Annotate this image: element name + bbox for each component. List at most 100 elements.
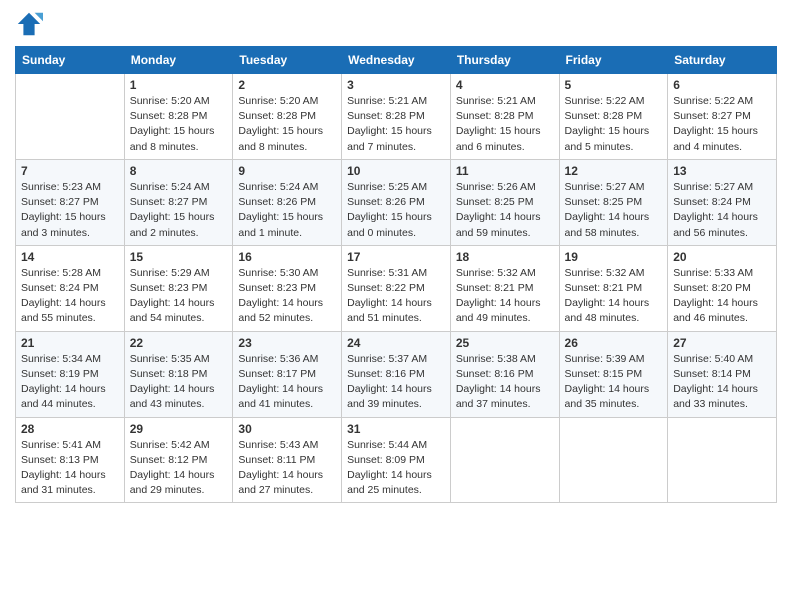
calendar-cell: 21 Sunrise: 5:34 AM Sunset: 8:19 PM Dayli… bbox=[16, 331, 125, 417]
day-info: Sunrise: 5:39 AM Sunset: 8:15 PM Dayligh… bbox=[565, 352, 663, 413]
day-info: Sunrise: 5:30 AM Sunset: 8:23 PM Dayligh… bbox=[238, 266, 336, 327]
day-info: Sunrise: 5:21 AM Sunset: 8:28 PM Dayligh… bbox=[456, 94, 554, 155]
calendar-cell: 30 Sunrise: 5:43 AM Sunset: 8:11 PM Dayli… bbox=[233, 417, 342, 503]
day-info: Sunrise: 5:24 AM Sunset: 8:27 PM Dayligh… bbox=[130, 180, 228, 241]
calendar-week-row: 28 Sunrise: 5:41 AM Sunset: 8:13 PM Dayli… bbox=[16, 417, 777, 503]
calendar-cell: 26 Sunrise: 5:39 AM Sunset: 8:15 PM Dayli… bbox=[559, 331, 668, 417]
calendar-week-row: 14Sunrise: 5:28 AM Sunset: 8:24 PM Dayli… bbox=[16, 245, 777, 331]
day-number: 5 bbox=[565, 78, 663, 92]
calendar-cell: 4 Sunrise: 5:21 AM Sunset: 8:28 PM Daylig… bbox=[450, 74, 559, 160]
day-info: Sunrise: 5:20 AM Sunset: 8:28 PM Dayligh… bbox=[130, 94, 228, 155]
day-info: Sunrise: 5:33 AM Sunset: 8:20 PM Dayligh… bbox=[673, 266, 771, 327]
calendar-cell: 27 Sunrise: 5:40 AM Sunset: 8:14 PM Dayli… bbox=[668, 331, 777, 417]
day-info: Sunrise: 5:32 AM Sunset: 8:21 PM Dayligh… bbox=[456, 266, 554, 327]
calendar-cell: 11Sunrise: 5:26 AM Sunset: 8:25 PM Dayli… bbox=[450, 159, 559, 245]
calendar-week-row: 7 Sunrise: 5:23 AM Sunset: 8:27 PM Daylig… bbox=[16, 159, 777, 245]
calendar-cell: 25 Sunrise: 5:38 AM Sunset: 8:16 PM Dayli… bbox=[450, 331, 559, 417]
calendar-cell: 6 Sunrise: 5:22 AM Sunset: 8:27 PM Daylig… bbox=[668, 74, 777, 160]
calendar-cell: 31Sunrise: 5:44 AM Sunset: 8:09 PM Dayli… bbox=[342, 417, 451, 503]
calendar-cell bbox=[450, 417, 559, 503]
day-number: 25 bbox=[456, 336, 554, 350]
calendar-cell: 1Sunrise: 5:20 AM Sunset: 8:28 PM Daylig… bbox=[124, 74, 233, 160]
day-number: 26 bbox=[565, 336, 663, 350]
day-number: 27 bbox=[673, 336, 771, 350]
day-number: 18 bbox=[456, 250, 554, 264]
calendar-cell: 29Sunrise: 5:42 AM Sunset: 8:12 PM Dayli… bbox=[124, 417, 233, 503]
day-info: Sunrise: 5:27 AM Sunset: 8:24 PM Dayligh… bbox=[673, 180, 771, 241]
calendar-cell: 8Sunrise: 5:24 AM Sunset: 8:27 PM Daylig… bbox=[124, 159, 233, 245]
day-number: 24 bbox=[347, 336, 445, 350]
calendar-cell: 3 Sunrise: 5:21 AM Sunset: 8:28 PM Daylig… bbox=[342, 74, 451, 160]
calendar-cell: 7 Sunrise: 5:23 AM Sunset: 8:27 PM Daylig… bbox=[16, 159, 125, 245]
day-info: Sunrise: 5:31 AM Sunset: 8:22 PM Dayligh… bbox=[347, 266, 445, 327]
day-number: 17 bbox=[347, 250, 445, 264]
day-info: Sunrise: 5:36 AM Sunset: 8:17 PM Dayligh… bbox=[238, 352, 336, 413]
day-number: 28 bbox=[21, 422, 119, 436]
day-number: 14 bbox=[21, 250, 119, 264]
logo bbox=[15, 10, 45, 38]
calendar-cell: 14Sunrise: 5:28 AM Sunset: 8:24 PM Dayli… bbox=[16, 245, 125, 331]
day-info: Sunrise: 5:32 AM Sunset: 8:21 PM Dayligh… bbox=[565, 266, 663, 327]
day-info: Sunrise: 5:38 AM Sunset: 8:16 PM Dayligh… bbox=[456, 352, 554, 413]
calendar-cell: 2 Sunrise: 5:20 AM Sunset: 8:28 PM Daylig… bbox=[233, 74, 342, 160]
day-number: 11 bbox=[456, 164, 554, 178]
page-header bbox=[15, 10, 777, 38]
day-number: 23 bbox=[238, 336, 336, 350]
logo-icon bbox=[15, 10, 43, 38]
day-number: 20 bbox=[673, 250, 771, 264]
day-info: Sunrise: 5:43 AM Sunset: 8:11 PM Dayligh… bbox=[238, 438, 336, 499]
day-info: Sunrise: 5:22 AM Sunset: 8:28 PM Dayligh… bbox=[565, 94, 663, 155]
day-number: 7 bbox=[21, 164, 119, 178]
calendar-cell: 22 Sunrise: 5:35 AM Sunset: 8:18 PM Dayli… bbox=[124, 331, 233, 417]
day-info: Sunrise: 5:34 AM Sunset: 8:19 PM Dayligh… bbox=[21, 352, 119, 413]
day-info: Sunrise: 5:40 AM Sunset: 8:14 PM Dayligh… bbox=[673, 352, 771, 413]
calendar-cell bbox=[668, 417, 777, 503]
calendar-cell: 5 Sunrise: 5:22 AM Sunset: 8:28 PM Daylig… bbox=[559, 74, 668, 160]
calendar-cell: 13 Sunrise: 5:27 AM Sunset: 8:24 PM Dayli… bbox=[668, 159, 777, 245]
column-header-sunday: Sunday bbox=[16, 47, 125, 74]
day-info: Sunrise: 5:41 AM Sunset: 8:13 PM Dayligh… bbox=[21, 438, 119, 499]
calendar-cell: 10 Sunrise: 5:25 AM Sunset: 8:26 PM Dayli… bbox=[342, 159, 451, 245]
calendar-cell: 12 Sunrise: 5:27 AM Sunset: 8:25 PM Dayli… bbox=[559, 159, 668, 245]
day-number: 30 bbox=[238, 422, 336, 436]
day-info: Sunrise: 5:29 AM Sunset: 8:23 PM Dayligh… bbox=[130, 266, 228, 327]
day-number: 6 bbox=[673, 78, 771, 92]
calendar-cell: 18 Sunrise: 5:32 AM Sunset: 8:21 PM Dayli… bbox=[450, 245, 559, 331]
calendar-cell: 16 Sunrise: 5:30 AM Sunset: 8:23 PM Dayli… bbox=[233, 245, 342, 331]
column-header-wednesday: Wednesday bbox=[342, 47, 451, 74]
column-header-saturday: Saturday bbox=[668, 47, 777, 74]
day-info: Sunrise: 5:44 AM Sunset: 8:09 PM Dayligh… bbox=[347, 438, 445, 499]
calendar-week-row: 1Sunrise: 5:20 AM Sunset: 8:28 PM Daylig… bbox=[16, 74, 777, 160]
day-number: 29 bbox=[130, 422, 228, 436]
calendar-cell: 15 Sunrise: 5:29 AM Sunset: 8:23 PM Dayli… bbox=[124, 245, 233, 331]
day-number: 21 bbox=[21, 336, 119, 350]
day-info: Sunrise: 5:20 AM Sunset: 8:28 PM Dayligh… bbox=[238, 94, 336, 155]
day-number: 19 bbox=[565, 250, 663, 264]
day-number: 10 bbox=[347, 164, 445, 178]
day-number: 3 bbox=[347, 78, 445, 92]
day-number: 22 bbox=[130, 336, 228, 350]
day-number: 15 bbox=[130, 250, 228, 264]
column-header-tuesday: Tuesday bbox=[233, 47, 342, 74]
calendar-cell bbox=[559, 417, 668, 503]
day-info: Sunrise: 5:23 AM Sunset: 8:27 PM Dayligh… bbox=[21, 180, 119, 241]
calendar-cell: 24Sunrise: 5:37 AM Sunset: 8:16 PM Dayli… bbox=[342, 331, 451, 417]
day-info: Sunrise: 5:21 AM Sunset: 8:28 PM Dayligh… bbox=[347, 94, 445, 155]
calendar-cell: 23 Sunrise: 5:36 AM Sunset: 8:17 PM Dayli… bbox=[233, 331, 342, 417]
day-number: 4 bbox=[456, 78, 554, 92]
calendar-header-row: SundayMondayTuesdayWednesdayThursdayFrid… bbox=[16, 47, 777, 74]
calendar-cell bbox=[16, 74, 125, 160]
day-number: 12 bbox=[565, 164, 663, 178]
day-info: Sunrise: 5:27 AM Sunset: 8:25 PM Dayligh… bbox=[565, 180, 663, 241]
day-info: Sunrise: 5:25 AM Sunset: 8:26 PM Dayligh… bbox=[347, 180, 445, 241]
day-number: 13 bbox=[673, 164, 771, 178]
day-info: Sunrise: 5:22 AM Sunset: 8:27 PM Dayligh… bbox=[673, 94, 771, 155]
day-number: 16 bbox=[238, 250, 336, 264]
calendar-cell: 19 Sunrise: 5:32 AM Sunset: 8:21 PM Dayli… bbox=[559, 245, 668, 331]
calendar-cell: 28 Sunrise: 5:41 AM Sunset: 8:13 PM Dayli… bbox=[16, 417, 125, 503]
day-number: 2 bbox=[238, 78, 336, 92]
column-header-monday: Monday bbox=[124, 47, 233, 74]
calendar-week-row: 21 Sunrise: 5:34 AM Sunset: 8:19 PM Dayli… bbox=[16, 331, 777, 417]
calendar-table: SundayMondayTuesdayWednesdayThursdayFrid… bbox=[15, 46, 777, 503]
day-info: Sunrise: 5:35 AM Sunset: 8:18 PM Dayligh… bbox=[130, 352, 228, 413]
